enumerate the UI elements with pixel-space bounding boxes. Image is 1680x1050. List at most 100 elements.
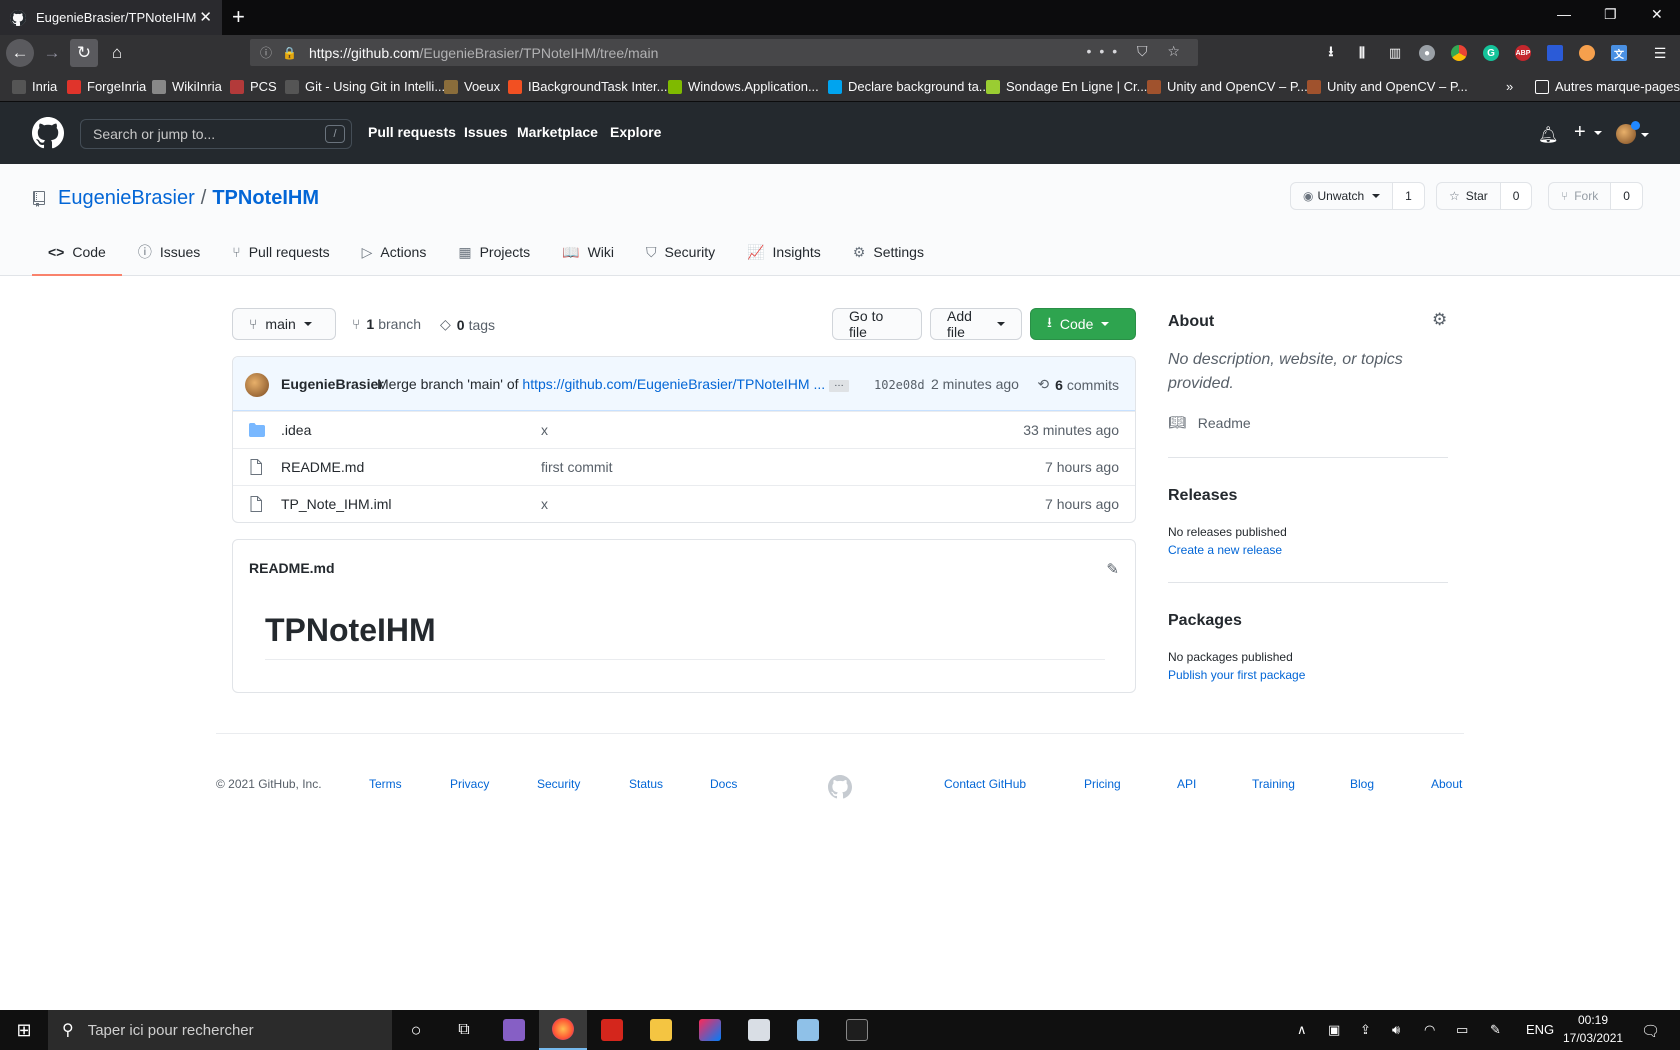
tab-settings[interactable]: ⚙ Settings	[837, 230, 940, 276]
tab-code[interactable]: <> Code	[32, 230, 122, 276]
forward-icon[interactable]: →	[38, 39, 66, 67]
star-count[interactable]: 0	[1500, 183, 1532, 209]
nav-issues[interactable]: Issues	[464, 124, 508, 140]
edit-pencil-icon[interactable]: ✎	[1106, 560, 1119, 578]
cortana-icon[interactable]: ○	[392, 1010, 440, 1050]
footer-link-status[interactable]: Status	[629, 777, 663, 791]
notification-center-icon[interactable]: 🗨︎	[1641, 1022, 1660, 1040]
file-name[interactable]: TP_Note_IHM.iml	[281, 496, 391, 512]
nav-marketplace[interactable]: Marketplace	[517, 124, 598, 140]
commit-message-link[interactable]: https://github.com/EugenieBrasier/TPNote…	[522, 376, 825, 392]
lock-icon[interactable]: 🔒	[282, 46, 297, 60]
bookmark-item[interactable]: WikiInria	[152, 79, 222, 94]
notifications-bell-icon[interactable]: 🔔︎	[1538, 125, 1558, 145]
tab-pull-requests[interactable]: ⑂ Pull requests	[216, 230, 345, 276]
wifi-icon[interactable]: ◠	[1424, 1022, 1435, 1038]
footer-link-training[interactable]: Training	[1252, 777, 1295, 791]
tags-count-link[interactable]: ◇ 0 tags	[440, 316, 495, 333]
add-file-button[interactable]: Add file	[930, 308, 1022, 340]
github-footer-logo-icon[interactable]	[828, 775, 852, 799]
tray-upload-icon[interactable]: ⇪	[1360, 1022, 1371, 1038]
bookmark-item[interactable]: Voeux	[444, 79, 500, 94]
packages-title[interactable]: Packages	[1168, 612, 1242, 630]
footer-link-privacy[interactable]: Privacy	[450, 777, 489, 791]
file-explorer-icon[interactable]	[637, 1010, 685, 1050]
footer-link-about[interactable]: About	[1431, 777, 1462, 791]
gear-icon[interactable]: ⚙	[1432, 310, 1447, 330]
extension-icon[interactable]	[1547, 45, 1563, 61]
menu-icon[interactable]: ☰	[1652, 45, 1668, 61]
bookmark-item[interactable]: Unity and OpenCV – P...	[1147, 79, 1308, 94]
downloads-icon[interactable]: ⭳	[1323, 43, 1339, 61]
window-close-icon[interactable]: ✕	[1651, 6, 1663, 23]
readme-filename[interactable]: README.md	[249, 560, 335, 576]
chevron-down-icon[interactable]	[1641, 133, 1649, 137]
footer-link-api[interactable]: API	[1177, 777, 1196, 791]
file-commit-message[interactable]: first commit	[541, 459, 613, 475]
translate-icon[interactable]: 文	[1611, 45, 1627, 61]
pen-icon[interactable]: ✎	[1490, 1022, 1501, 1038]
readme-sidebar-link[interactable]: 📖︎ Readme	[1168, 414, 1251, 431]
releases-title[interactable]: Releases	[1168, 487, 1237, 505]
branch-select-button[interactable]: ⑂ main	[232, 308, 336, 340]
footer-link-contact[interactable]: Contact GitHub	[944, 777, 1026, 791]
file-name[interactable]: README.md	[281, 459, 364, 475]
create-new-plus-icon[interactable]: +	[1574, 121, 1602, 144]
file-name[interactable]: .idea	[281, 422, 311, 438]
chevron-up-icon[interactable]: ∧	[1297, 1022, 1307, 1038]
adblock-icon[interactable]: ABP	[1515, 45, 1531, 61]
grammarly-icon[interactable]: G	[1483, 45, 1499, 61]
clock-time[interactable]: 00:19	[1578, 1013, 1608, 1027]
file-row[interactable]: TP_Note_IHM.iml x 7 hours ago	[233, 485, 1135, 522]
browser-tab[interactable]: EugenieBrasier/TPNoteIHM ✕	[0, 0, 222, 35]
footer-link-terms[interactable]: Terms	[369, 777, 402, 791]
restore-icon[interactable]: ❐	[1604, 6, 1617, 23]
file-row[interactable]: README.md first commit 7 hours ago	[233, 448, 1135, 485]
reload-icon[interactable]: ↻	[70, 39, 98, 67]
bookmark-item[interactable]: IBackgroundTask Inter...	[508, 79, 667, 94]
home-icon[interactable]: ⌂	[103, 39, 131, 67]
windows-start-icon[interactable]: ⊞	[0, 1010, 48, 1050]
footer-link-blog[interactable]: Blog	[1350, 777, 1374, 791]
bookmark-item[interactable]: ForgeInria	[67, 79, 146, 94]
notepad-icon[interactable]	[784, 1010, 832, 1050]
bookmark-item[interactable]: Git - Using Git in Intelli...	[285, 79, 445, 94]
bookmark-item[interactable]: Sondage En Ligne | Cr...	[986, 79, 1147, 94]
chrome-extension-icon[interactable]	[1451, 45, 1467, 61]
create-release-link[interactable]: Create a new release	[1168, 543, 1282, 557]
visual-studio-icon[interactable]	[490, 1010, 538, 1050]
nav-pull-requests[interactable]: Pull requests	[368, 124, 456, 140]
other-bookmarks-folder[interactable]: Autres marque-pages	[1535, 79, 1680, 94]
site-info-icon[interactable]: ⓘ	[260, 44, 272, 61]
tab-wiki[interactable]: 📖 Wiki	[546, 230, 630, 276]
extension-icon[interactable]	[1579, 45, 1595, 61]
page-actions-icon[interactable]: ••• ⛉ ☆	[1086, 43, 1188, 60]
github-search-input[interactable]: Search or jump to... /	[80, 119, 352, 149]
fork-count[interactable]: 0	[1611, 183, 1642, 209]
star-button[interactable]: ☆ Star 0	[1436, 182, 1533, 210]
expand-commit-button[interactable]: …	[829, 379, 849, 392]
code-download-button[interactable]: ⭳ Code	[1030, 308, 1136, 340]
volume-icon[interactable]: 🔊︎	[1392, 1022, 1400, 1038]
nav-explore[interactable]: Explore	[610, 124, 661, 140]
taskbar-search-input[interactable]: ⚲ Taper ici pour rechercher	[48, 1010, 392, 1050]
back-icon[interactable]: ←	[6, 39, 34, 67]
task-view-icon[interactable]: ⧉	[440, 1010, 488, 1050]
bookmark-item[interactable]: Inria	[12, 79, 57, 94]
github-logo-icon[interactable]	[32, 117, 64, 149]
tab-security[interactable]: ⛉ Security	[630, 230, 731, 276]
acrobat-icon[interactable]	[588, 1010, 636, 1050]
footer-link-docs[interactable]: Docs	[710, 777, 737, 791]
minimize-icon[interactable]: —	[1557, 6, 1571, 22]
bookmark-item[interactable]: Unity and OpenCV – P...	[1307, 79, 1468, 94]
bookmark-item[interactable]: Windows.Application...	[668, 79, 819, 94]
more-bookmarks-chevron-icon[interactable]: »	[1506, 79, 1513, 94]
clock-date[interactable]: 17/03/2021	[1563, 1031, 1623, 1045]
address-bar[interactable]: ⓘ 🔒 https://github.com/EugenieBrasier/TP…	[250, 39, 1198, 66]
file-commit-message[interactable]: x	[541, 496, 548, 512]
tab-projects[interactable]: ▦ Projects	[442, 230, 546, 276]
bookmark-item[interactable]: Declare background ta...	[828, 79, 990, 94]
file-commit-message[interactable]: x	[541, 422, 548, 438]
tray-app-icon[interactable]: ▣	[1328, 1022, 1340, 1038]
watch-count[interactable]: 1	[1393, 183, 1424, 209]
